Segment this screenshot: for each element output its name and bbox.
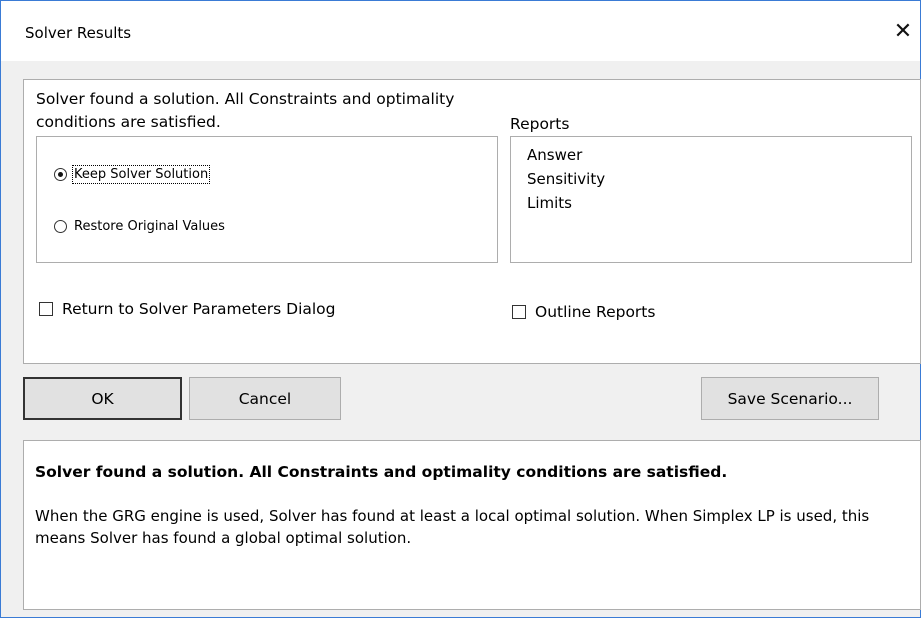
keep-solution-option[interactable]: Keep Solver Solution [54, 165, 211, 184]
restore-values-label[interactable]: Restore Original Values [74, 219, 225, 234]
description-title: Solver found a solution. All Constraints… [35, 463, 728, 481]
outline-reports-option[interactable]: Outline Reports [512, 303, 655, 321]
description-panel: Solver found a solution. All Constraints… [23, 440, 921, 610]
return-to-parameters-label[interactable]: Return to Solver Parameters Dialog [62, 300, 336, 318]
restore-values-radio[interactable] [54, 220, 67, 233]
cancel-button-label: Cancel [238, 389, 292, 408]
outline-reports-checkbox[interactable] [512, 305, 526, 319]
outline-reports-label[interactable]: Outline Reports [535, 303, 655, 321]
results-panel: Solver found a solution. All Constraints… [23, 79, 921, 364]
solution-options-group: Keep Solver Solution Restore Original Va… [36, 136, 498, 263]
report-item-sensitivity[interactable]: Sensitivity [527, 167, 911, 191]
reports-label: Reports [510, 115, 569, 133]
report-item-answer[interactable]: Answer [527, 143, 911, 167]
result-message: Solver found a solution. All Constraints… [36, 88, 454, 134]
save-scenario-button-label: Save Scenario... [727, 389, 853, 408]
result-message-line1: Solver found a solution. All Constraints… [36, 90, 455, 108]
ok-button-label: OK [91, 389, 114, 408]
reports-label-text: Reports [510, 115, 570, 133]
close-icon[interactable]: ✕ [887, 15, 919, 47]
report-item-limits[interactable]: Limits [527, 191, 911, 215]
return-to-parameters-option[interactable]: Return to Solver Parameters Dialog [39, 300, 336, 318]
return-to-parameters-checkbox[interactable] [39, 302, 53, 316]
save-scenario-button[interactable]: Save Scenario... [701, 377, 879, 420]
reports-list[interactable]: Answer Sensitivity Limits [510, 136, 912, 263]
result-message-line2: conditions are satisfied. [36, 113, 221, 131]
keep-solution-radio[interactable] [54, 168, 67, 181]
keep-solution-label[interactable]: Keep Solver Solution [71, 165, 211, 184]
cancel-button[interactable]: Cancel [189, 377, 341, 420]
title-bar: Solver Results ✕ [1, 1, 920, 61]
restore-values-option[interactable]: Restore Original Values [54, 219, 225, 234]
window-title: Solver Results [25, 24, 132, 42]
description-body: When the GRG engine is used, Solver has … [35, 507, 870, 547]
ok-button[interactable]: OK [23, 377, 182, 420]
